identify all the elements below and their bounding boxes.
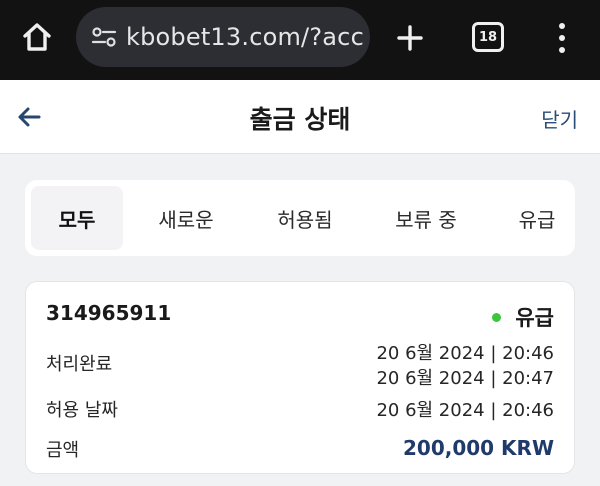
page-header: 출금 상태 닫기 [0, 80, 600, 154]
tab-pending[interactable]: 보류 중 [375, 186, 477, 250]
withdrawal-card[interactable]: 314965911 유급 처리완료 20 6월 2024 | 20:46 20 … [25, 281, 575, 474]
tab-switcher-icon[interactable]: 18 [472, 22, 504, 52]
tab-all[interactable]: 모두 [31, 186, 123, 250]
amount-label: 금액 [46, 440, 80, 461]
browser-toolbar: kbobet13.com/?acc 18 [0, 0, 600, 80]
tab-approved[interactable]: 허용됨 [257, 186, 353, 250]
site-settings-icon[interactable] [90, 23, 118, 51]
status-filter-tabs: 모두 새로운 허용됨 보류 중 유급 [25, 180, 575, 256]
url-text[interactable]: kbobet13.com/?acc [126, 23, 364, 51]
processed-date-2: 20 6월 2024 | 20:47 [376, 368, 554, 389]
processed-label: 처리완료 [46, 354, 113, 375]
overflow-menu-icon[interactable] [550, 20, 574, 56]
status-dot-icon [492, 312, 502, 322]
status-text: 유급 [515, 306, 554, 330]
tab-paid[interactable]: 유급 [505, 186, 569, 250]
new-tab-plus-icon[interactable] [392, 20, 428, 56]
tab-count: 18 [478, 29, 498, 45]
processed-date-1: 20 6월 2024 | 20:46 [376, 343, 554, 364]
transaction-id: 314965911 [46, 301, 172, 325]
approved-date-label: 허용 날짜 [46, 400, 118, 421]
page-title: 출금 상태 [249, 105, 351, 134]
approved-date-value: 20 6월 2024 | 20:46 [376, 400, 554, 421]
home-icon[interactable] [20, 20, 54, 54]
amount-value: 200,000 KRW [402, 436, 554, 460]
close-button[interactable]: 닫기 [541, 104, 578, 133]
address-bar[interactable]: kbobet13.com/?acc [76, 7, 370, 67]
status-badge: 유급 [492, 302, 554, 332]
tab-new[interactable]: 새로운 [141, 186, 231, 250]
